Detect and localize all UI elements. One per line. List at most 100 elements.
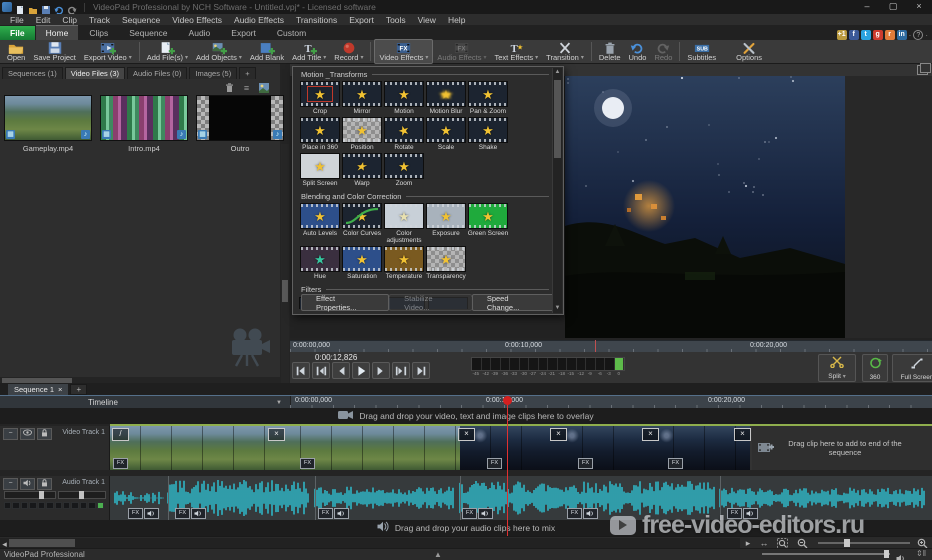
- dropdown-arrow-icon[interactable]: ▾: [323, 54, 326, 62]
- transition-icon[interactable]: ×: [642, 428, 659, 441]
- timeline-playhead-handle[interactable]: [503, 396, 512, 405]
- video-clip-1[interactable]: [110, 426, 270, 470]
- speed-change-button[interactable]: Speed Change...: [472, 294, 555, 311]
- maximize-button[interactable]: ▢: [880, 0, 906, 14]
- menu-item-transitions[interactable]: Transitions: [290, 15, 343, 25]
- toolbar-undo-button[interactable]: Undo: [625, 40, 651, 63]
- resize-handle-icon[interactable]: ⇕‖: [916, 549, 926, 558]
- ribbon-tab-file[interactable]: File: [0, 26, 35, 40]
- clip-fx-badge[interactable]: FX: [300, 458, 315, 469]
- like-icon[interactable]: +1: [837, 30, 847, 40]
- video-track-visibility-button[interactable]: [20, 428, 35, 440]
- dropdown-arrow-icon[interactable]: ▾: [239, 54, 242, 62]
- scroll-down-arrow[interactable]: ▼: [553, 304, 562, 313]
- clip-fx-badge[interactable]: FX: [578, 458, 593, 469]
- ribbon-tab-home[interactable]: Home: [36, 25, 79, 40]
- effect-split-screen[interactable]: ★Split Screen: [299, 153, 341, 187]
- transition-icon[interactable]: ×: [550, 428, 567, 441]
- toolbar-add-title-button[interactable]: TAdd Title▾: [288, 40, 330, 63]
- toolbar-add-blank-button[interactable]: Add Blank: [246, 40, 288, 63]
- toolbar-text-effects-button[interactable]: T★Text Effects▾: [491, 40, 543, 63]
- audio-fx-badge[interactable]: FX: [318, 508, 333, 519]
- effect-color-adjustments[interactable]: ★Color adjustments: [383, 203, 425, 244]
- detach-window-icon[interactable]: [917, 65, 928, 75]
- audio-fx-badge[interactable]: FX: [567, 508, 582, 519]
- go-start-button[interactable]: [292, 362, 310, 379]
- open-project-icon[interactable]: [28, 2, 38, 12]
- sequence-tab-close-icon[interactable]: ×: [58, 385, 62, 394]
- next-clip-button[interactable]: [392, 362, 410, 379]
- timeline-playhead[interactable]: [507, 396, 508, 536]
- go-end-button[interactable]: [412, 362, 430, 379]
- effect-exposure[interactable]: ★Exposure: [425, 203, 467, 244]
- video-track-lock-button[interactable]: [37, 428, 52, 440]
- effect-color-curves[interactable]: ★Color Curves: [341, 203, 383, 244]
- bin-list-view-icon[interactable]: ≡: [240, 82, 253, 94]
- ribbon-tab-sequence[interactable]: Sequence: [119, 26, 177, 40]
- ribbon-tab-clips[interactable]: Clips: [79, 26, 118, 40]
- close-button[interactable]: ×: [906, 0, 932, 14]
- audio-speaker-badge[interactable]: [334, 508, 349, 519]
- master-speaker-icon[interactable]: [896, 550, 907, 560]
- bin-tab-images-5[interactable]: Images (5): [189, 67, 237, 79]
- effect-hue[interactable]: ★Hue: [299, 246, 341, 280]
- transition-icon[interactable]: ×: [268, 428, 285, 441]
- toolbar-record-button[interactable]: Record▾: [330, 40, 367, 63]
- clip-start-icon[interactable]: /: [112, 428, 129, 441]
- master-volume-slider[interactable]: [762, 553, 890, 555]
- toolbar-add-file-s-button[interactable]: Add File(s)▾: [143, 40, 192, 63]
- bin-item-outro[interactable]: ▦♪Outro: [196, 95, 284, 153]
- effect-properties-button[interactable]: Effect Properties...: [301, 294, 389, 311]
- toolbar-video-effects-button[interactable]: FXVideo Effects▾: [374, 39, 433, 64]
- googleplus-icon[interactable]: g: [873, 30, 883, 40]
- dropdown-arrow-icon[interactable]: ▾: [483, 54, 486, 62]
- video-clip-2[interactable]: [270, 426, 460, 470]
- effect-transparency[interactable]: ★Transparency: [425, 246, 467, 280]
- menu-item-sequence[interactable]: Sequence: [116, 15, 166, 25]
- menu-item-edit[interactable]: Edit: [30, 15, 57, 25]
- toolbar-add-objects-button[interactable]: Add Objects▾: [192, 40, 246, 63]
- effect-mirror[interactable]: ★Mirror: [341, 81, 383, 115]
- save-project-icon[interactable]: [41, 2, 51, 12]
- clip-fx-badge[interactable]: FX: [113, 458, 128, 469]
- audio-speaker-badge[interactable]: [144, 508, 159, 519]
- split-button[interactable]: Split ▾: [818, 354, 856, 382]
- ribbon-tab-custom[interactable]: Custom: [267, 26, 316, 40]
- toolbar-delete-button[interactable]: Delete: [595, 40, 625, 63]
- play-button[interactable]: [352, 362, 370, 379]
- toolbar-open-button[interactable]: Open: [3, 40, 29, 63]
- toolbar-transition-button[interactable]: Transition▾: [542, 40, 588, 63]
- twitter-icon[interactable]: t: [861, 30, 871, 40]
- transition-icon[interactable]: ×: [458, 428, 475, 441]
- help-icon[interactable]: ?: [913, 30, 923, 40]
- dropdown-arrow-icon[interactable]: ▾: [129, 54, 132, 62]
- minimize-button[interactable]: –: [854, 0, 880, 14]
- new-project-icon[interactable]: [15, 2, 25, 12]
- transition-icon[interactable]: ×: [734, 428, 751, 441]
- facebook-icon[interactable]: f: [849, 30, 859, 40]
- menu-item-help[interactable]: Help: [442, 15, 471, 25]
- menu-item-file[interactable]: File: [4, 15, 30, 25]
- effect-auto-levels[interactable]: ★Auto Levels: [299, 203, 341, 244]
- bin-tab-video-files-3[interactable]: Video Files (3): [65, 67, 125, 79]
- toolbar-export-video-button[interactable]: Export Video▾: [80, 40, 136, 63]
- menu-item-tools[interactable]: Tools: [380, 15, 412, 25]
- ribbon-tab-audio[interactable]: Audio: [179, 26, 221, 40]
- step-back-button[interactable]: [332, 362, 350, 379]
- clip-fx-badge[interactable]: FX: [487, 458, 502, 469]
- bin-delete-icon[interactable]: [223, 82, 236, 94]
- effect-scale[interactable]: ★Scale: [425, 117, 467, 151]
- preview-playhead[interactable]: [595, 340, 596, 352]
- step-forward-button[interactable]: [372, 362, 390, 379]
- audio-fx-badge[interactable]: FX: [462, 508, 477, 519]
- bin-item-intro-mp4[interactable]: ▦♪Intro.mp4: [100, 95, 188, 153]
- add-sequence-tab[interactable]: +: [70, 384, 87, 395]
- append-clip-drop-zone[interactable]: Drag clip here to add to end of the sequ…: [752, 426, 932, 470]
- effect-crop[interactable]: ★Crop: [299, 81, 341, 115]
- menu-item-export[interactable]: Export: [343, 15, 380, 25]
- audio-speaker-badge[interactable]: [191, 508, 206, 519]
- view-360-button[interactable]: 360: [862, 354, 888, 382]
- toolbar-subtitles-button[interactable]: SUBSubtitles: [683, 40, 720, 63]
- menu-item-track[interactable]: Track: [83, 15, 116, 25]
- effect-zoom[interactable]: ★Zoom: [383, 153, 425, 187]
